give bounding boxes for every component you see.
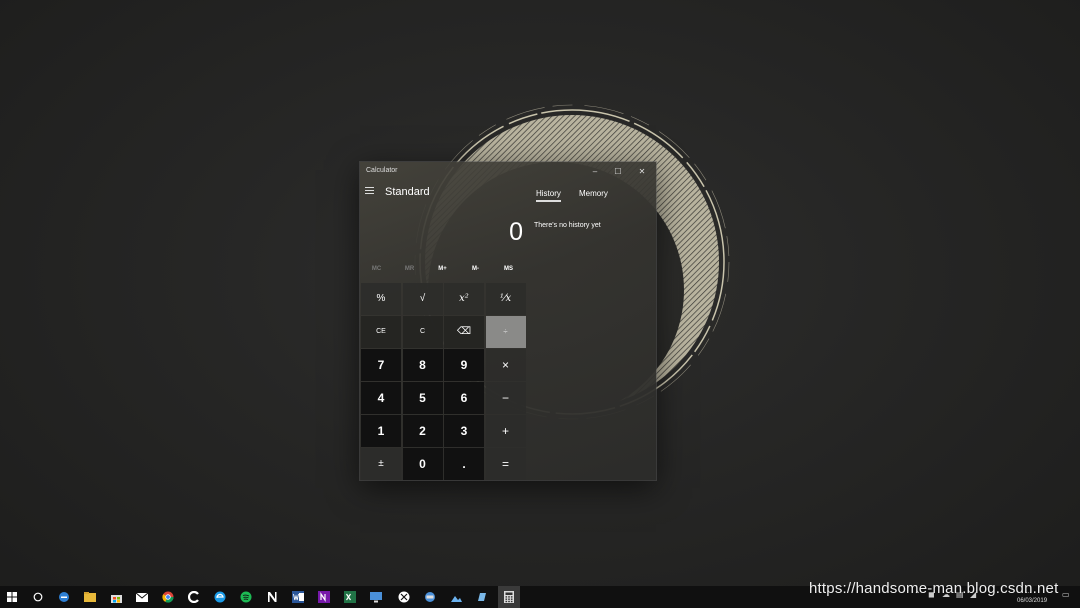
multiply-button[interactable]: × [485,349,526,381]
chrome-icon[interactable] [160,589,176,605]
windows-ink-icon[interactable] [474,589,490,605]
excel-icon[interactable] [342,589,358,605]
keypad: % √ x² ¹⁄x CE C ⌫ ÷ 7 8 9 × 4 5 6 − 1 2 … [361,283,526,480]
square-button[interactable]: x² [444,283,484,315]
close-button[interactable]: ✕ [630,164,654,178]
digit-7-button[interactable]: 7 [361,349,401,381]
digit-4-button[interactable]: 4 [361,382,401,414]
word-icon[interactable] [290,589,306,605]
calculator-taskbar-icon[interactable] [501,589,517,605]
negate-button[interactable]: ± [361,448,401,480]
result-display: 0 [509,218,523,246]
xbox-icon[interactable] [396,589,412,605]
percent-button[interactable]: % [361,283,401,315]
digit-0-button[interactable]: 0 [402,448,443,480]
memory-subtract-button[interactable]: M- [459,266,492,272]
add-button[interactable]: + [485,415,526,447]
memory-add-button[interactable]: M+ [426,266,459,272]
notification-center-icon[interactable]: ▭ [1062,590,1070,599]
digit-6-button[interactable]: 6 [444,382,484,414]
remote-desktop-icon[interactable] [368,589,384,605]
history-empty-message: There's no history yet [534,222,601,229]
onenote-icon[interactable] [316,589,332,605]
tab-history[interactable]: History [536,189,561,202]
ccleaner-icon[interactable] [186,589,202,605]
spotify-icon[interactable] [238,589,254,605]
clear-entry-button[interactable]: CE [361,316,401,348]
memory-recall-button[interactable]: MR [393,266,426,272]
feedback-hub-icon[interactable] [422,589,438,605]
store-icon[interactable] [108,589,124,605]
digit-3-button[interactable]: 3 [444,415,484,447]
mode-title: Standard [385,186,430,198]
cortana-search-icon[interactable] [30,589,46,605]
digit-9-button[interactable]: 9 [444,349,484,381]
memory-store-button[interactable]: MS [492,266,525,272]
notion-icon[interactable] [264,589,280,605]
digit-8-button[interactable]: 8 [402,349,443,381]
watermark-text: https://handsome-man.blog.csdn.net [809,580,1059,597]
calculator-window: Calculator – ☐ ✕ Standard History Memory… [360,162,656,480]
maximize-button[interactable]: ☐ [606,164,630,178]
digit-5-button[interactable]: 5 [402,382,443,414]
tab-memory[interactable]: Memory [579,189,608,198]
reciprocal-button[interactable]: ¹⁄x [485,283,526,315]
decimal-button[interactable]: . [444,448,484,480]
digit-1-button[interactable]: 1 [361,415,401,447]
photos-icon[interactable] [448,589,464,605]
mail-icon[interactable] [134,589,150,605]
clear-button[interactable]: C [402,316,443,348]
backspace-button[interactable]: ⌫ [444,316,484,348]
memory-row: MC MR M+ M- MS [360,266,526,280]
subtract-button[interactable]: − [485,382,526,414]
digit-2-button[interactable]: 2 [402,415,443,447]
edge-beta-icon[interactable] [212,589,228,605]
equals-button[interactable]: = [485,448,526,480]
memory-clear-button[interactable]: MC [360,266,393,272]
square-root-button[interactable]: √ [402,283,443,315]
window-title: Calculator [366,167,398,174]
title-bar[interactable]: Calculator – ☐ ✕ [360,162,656,180]
start-windows-icon[interactable] [4,589,20,605]
minimize-button[interactable]: – [583,164,607,178]
divide-button[interactable]: ÷ [485,316,526,348]
edge-browser-icon[interactable] [56,589,72,605]
taskbar-clock-date[interactable]: 06/03/2019 [1017,598,1047,604]
file-explorer-icon[interactable] [82,589,98,605]
hamburger-menu-icon[interactable] [365,187,374,194]
